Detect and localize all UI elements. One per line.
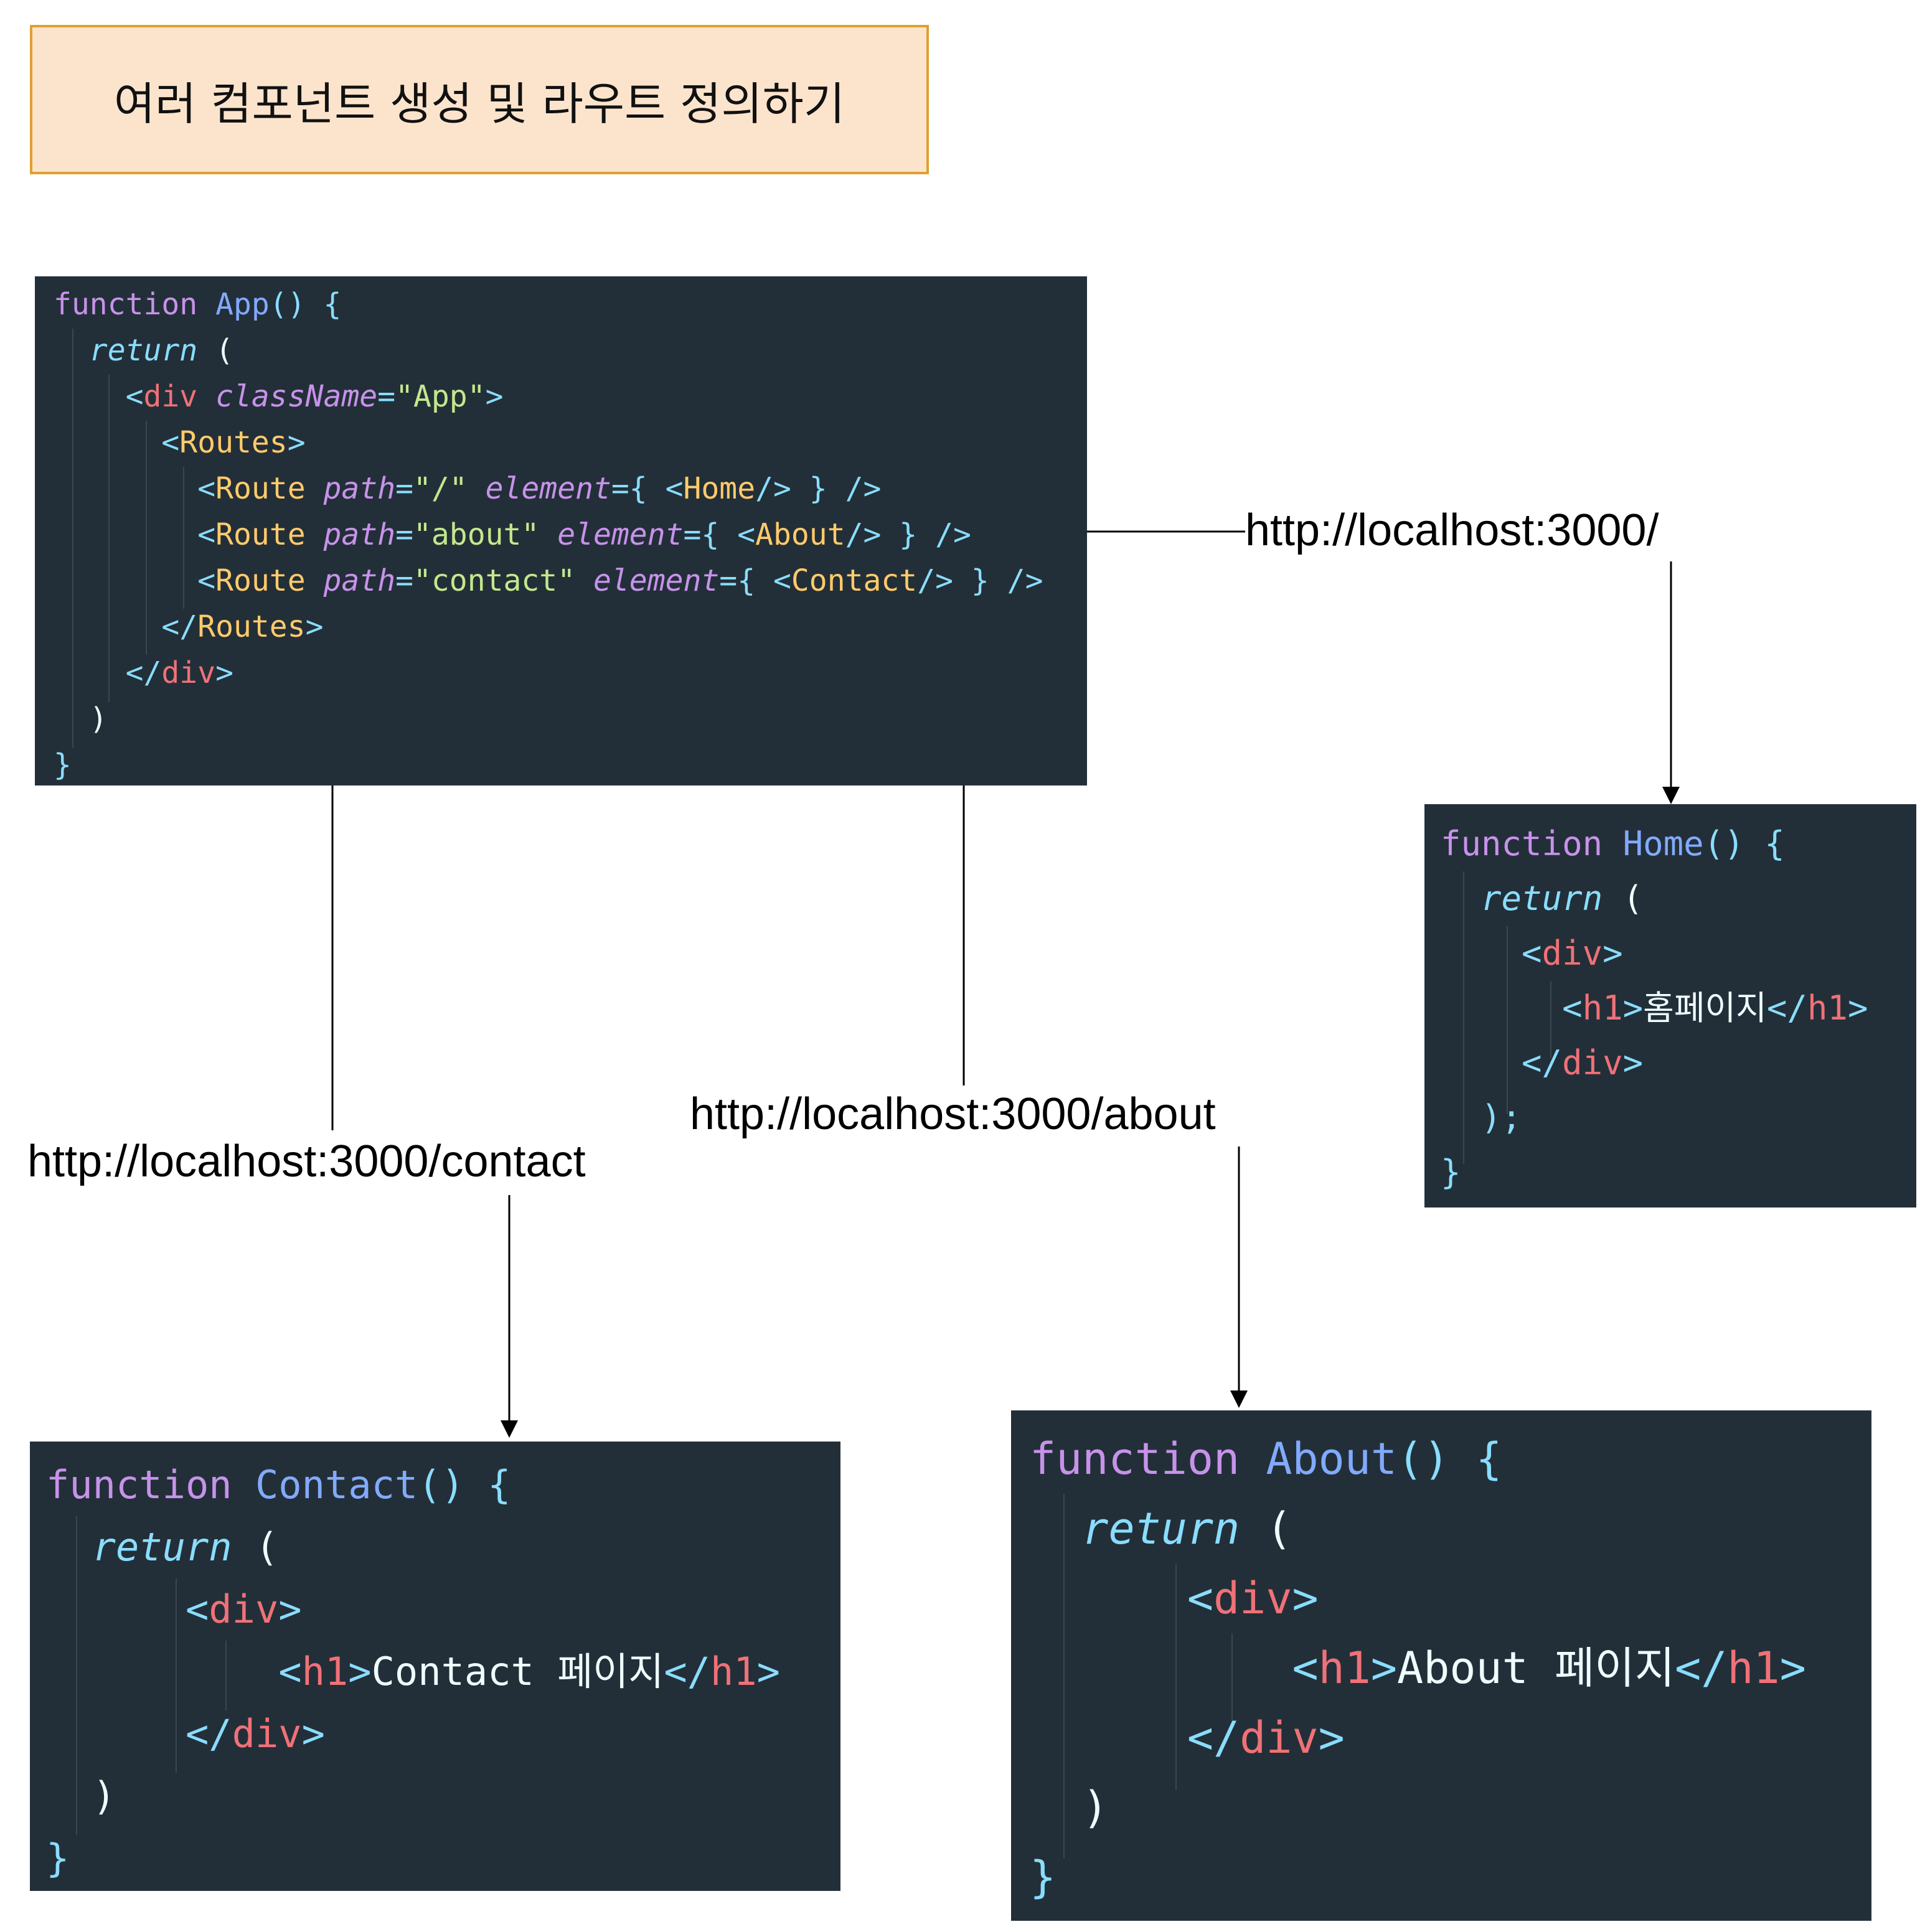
contact-line-2: return ( bbox=[92, 1524, 279, 1570]
app-line-1: function App() { bbox=[54, 287, 342, 322]
home-line-4: <h1>홈페이지</h1> bbox=[1562, 988, 1868, 1028]
contact-line-7: } bbox=[46, 1836, 70, 1881]
arrowhead-about bbox=[1230, 1390, 1248, 1408]
about-code-block: function About() { return ( <div> <h1>Ab… bbox=[1011, 1410, 1871, 1921]
contact-line-5: </div> bbox=[185, 1711, 325, 1756]
url-about-label: http://localhost:3000/about bbox=[690, 1089, 1216, 1139]
contact-code-block: function Contact() { return ( <div> <h1>… bbox=[30, 1442, 840, 1891]
about-line-4: <h1>About 페이지</h1> bbox=[1292, 1643, 1806, 1694]
app-line-4: <Routes> bbox=[161, 425, 306, 460]
home-line-7: } bbox=[1441, 1153, 1461, 1192]
contact-line-3: <div> bbox=[185, 1587, 302, 1632]
app-line-7: <Route path="contact" element={ <Contact… bbox=[197, 563, 1043, 598]
home-line-1: function Home() { bbox=[1441, 824, 1785, 863]
home-line-5: </div> bbox=[1522, 1043, 1644, 1082]
home-line-2: return ( bbox=[1481, 879, 1644, 918]
about-line-6: ) bbox=[1082, 1782, 1109, 1833]
about-line-1: function About() { bbox=[1030, 1433, 1502, 1484]
home-code-block: function Home() { return ( <div> <h1>홈페이… bbox=[1424, 804, 1916, 1208]
app-line-10: ) bbox=[89, 701, 108, 736]
app-line-11: } bbox=[54, 748, 72, 782]
contact-line-4: <h1>Contact 페이지</h1> bbox=[278, 1649, 780, 1694]
about-line-3: <div> bbox=[1187, 1573, 1319, 1624]
about-line-5: </div> bbox=[1187, 1712, 1345, 1763]
arrowhead-home bbox=[1662, 787, 1680, 804]
arrowhead-contact bbox=[501, 1420, 518, 1438]
contact-line-6: ) bbox=[92, 1773, 116, 1819]
app-line-8: </Routes> bbox=[161, 609, 324, 644]
app-line-5: <Route path="/" element={ <Home/> } /> bbox=[197, 471, 882, 506]
about-line-2: return ( bbox=[1082, 1503, 1292, 1554]
about-line-7: } bbox=[1030, 1852, 1057, 1903]
app-line-6: <Route path="about" element={ <About/> }… bbox=[197, 517, 971, 552]
home-line-6: ); bbox=[1481, 1098, 1522, 1137]
app-line-2: return ( bbox=[89, 333, 233, 368]
app-code-block: function App() { return ( <div className… bbox=[35, 276, 1087, 785]
app-line-9: </div> bbox=[125, 655, 233, 690]
home-line-3: <div> bbox=[1522, 934, 1623, 973]
url-contact-label: http://localhost:3000/contact bbox=[27, 1137, 586, 1186]
app-line-3: <div className="App"> bbox=[125, 379, 504, 414]
contact-line-1: function Contact() { bbox=[46, 1462, 511, 1508]
url-home-label: http://localhost:3000/ bbox=[1245, 505, 1659, 555]
